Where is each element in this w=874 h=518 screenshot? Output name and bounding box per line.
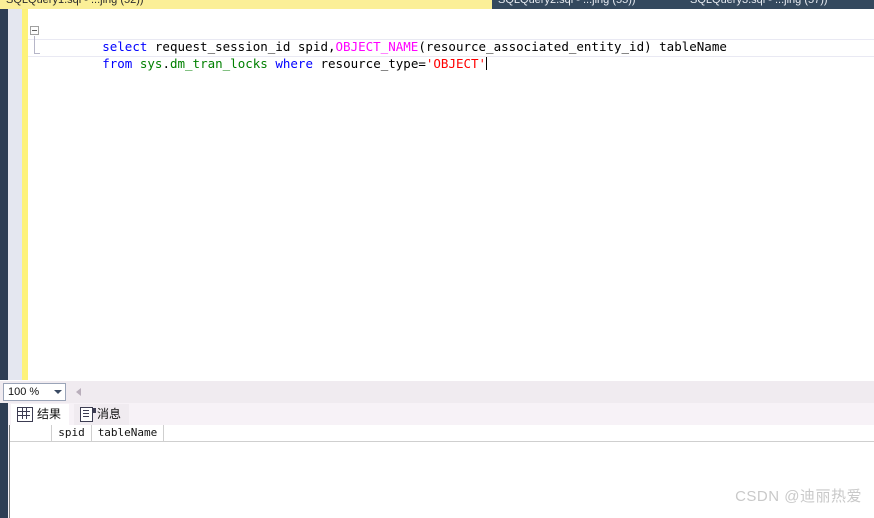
schema-sys: sys	[139, 56, 163, 71]
code-surface[interactable]: select request_session_id spid,OBJECT_NA…	[28, 9, 874, 380]
tab-results[interactable]: 结果	[11, 404, 70, 425]
schema-dot: .	[162, 56, 170, 71]
document-tab-3-label: SQLQuery3.sql - ...jing (57))*	[690, 0, 832, 6]
message-icon	[80, 407, 96, 422]
keyword-from: from	[102, 56, 140, 71]
outline-vertical-line	[34, 36, 35, 53]
tab-messages[interactable]: 消息	[74, 404, 130, 425]
document-tab-1-label: SQLQuery1.sql - ...jing (52))*	[6, 0, 148, 6]
code-line-1: select request_session_id spid,OBJECT_NA…	[42, 23, 727, 54]
zoom-level-value: 100 %	[8, 386, 40, 398]
string-literal-object: 'OBJECT'	[425, 56, 487, 71]
chevron-down-icon	[54, 390, 62, 394]
tab-results-label: 结果	[37, 407, 62, 421]
query-editor[interactable]: select request_session_id spid,OBJECT_NA…	[0, 9, 874, 380]
document-tab-2-label: SQLQuery2.sql - ...jing (55))*	[498, 0, 640, 6]
text-caret	[486, 57, 488, 70]
ssms-window: SQLQuery1.sql - ...jing (52))* SQLQuery2…	[0, 0, 874, 518]
editor-left-nav-strip	[0, 9, 8, 380]
column-header-spid[interactable]: spid	[52, 425, 92, 441]
where-predicate: resource_type=	[312, 56, 426, 71]
keyword-where: where	[275, 56, 313, 71]
csdn-watermark: CSDN @迪丽热爱	[735, 488, 862, 505]
results-tab-bar: 结果 消息	[8, 403, 874, 425]
tab-messages-label: 消息	[97, 407, 122, 421]
editor-gutter	[8, 9, 22, 380]
column-header-tablename[interactable]: tableName	[92, 425, 164, 441]
grid-icon	[17, 407, 33, 422]
results-grid-header: spid tableName	[10, 425, 874, 442]
document-tab-2[interactable]: SQLQuery2.sql - ...jing (55))*	[492, 0, 684, 9]
row-selector-column-header[interactable]	[10, 425, 52, 441]
editor-status-strip: 100 %	[0, 380, 874, 403]
document-tab-1[interactable]: SQLQuery1.sql - ...jing (52))*	[0, 0, 492, 9]
document-tab-3[interactable]: SQLQuery3.sql - ...jing (57))*	[684, 0, 874, 9]
document-tab-strip: SQLQuery1.sql - ...jing (52))* SQLQuery2…	[0, 0, 874, 9]
horizontal-scroll-left-button[interactable]	[70, 383, 87, 401]
zoom-level-dropdown[interactable]: 100 %	[3, 383, 66, 401]
table-dm-tran-locks: dm_tran_locks	[169, 56, 268, 71]
outline-horizontal-line	[34, 53, 40, 54]
results-left-nav-strip	[0, 403, 8, 518]
code-line-2: from sys.dm_tran_locks where resource_ty…	[42, 40, 488, 71]
collapse-region-icon[interactable]	[30, 26, 39, 35]
